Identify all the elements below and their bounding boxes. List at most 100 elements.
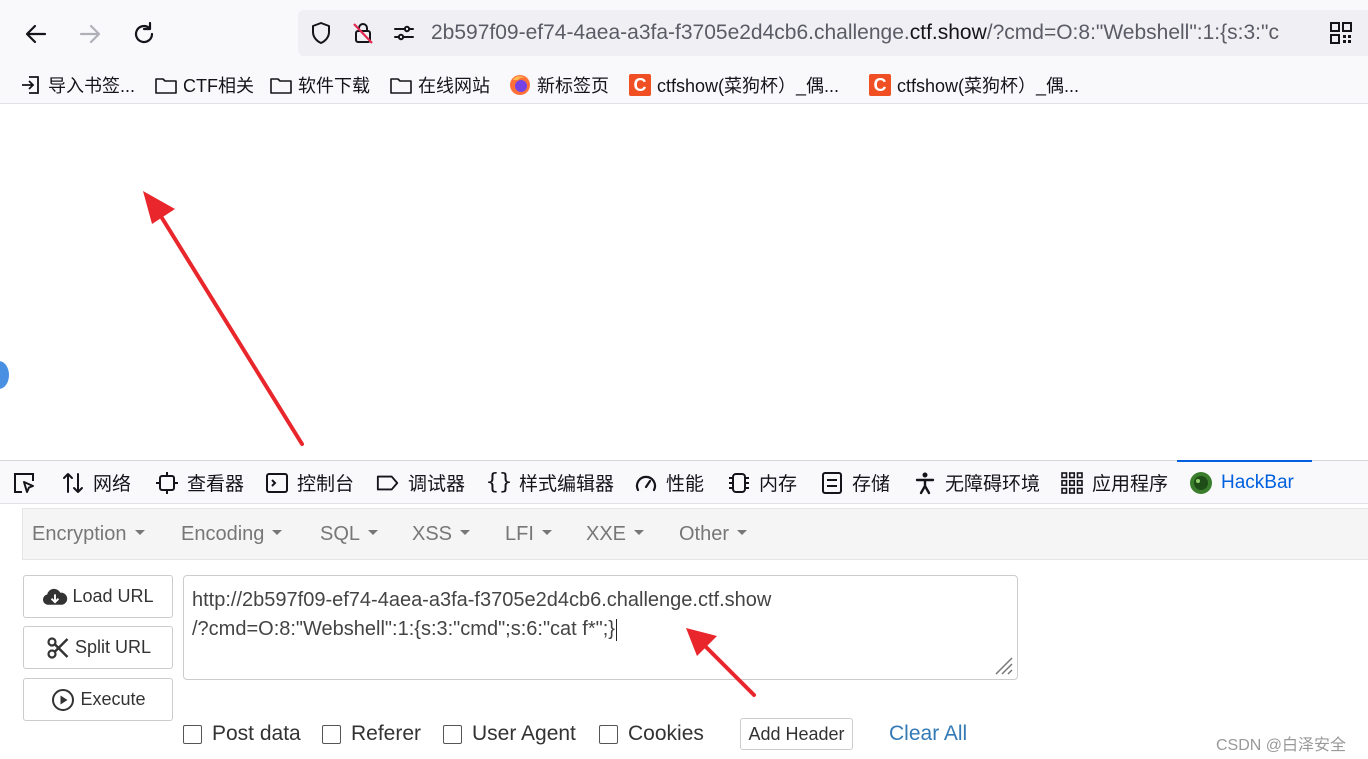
checkbox-box[interactable] [443, 724, 462, 744]
network-icon [61, 471, 85, 495]
caret-down-icon [134, 530, 145, 536]
checkbox-box[interactable] [322, 724, 341, 744]
checkbox-label: User Agent [472, 722, 576, 745]
reload-button[interactable] [124, 14, 164, 54]
forward-button[interactable] [70, 14, 110, 54]
bookmark-label: 导入书签... [48, 76, 136, 96]
tab-storage[interactable]: 存储 [820, 461, 890, 504]
checkbox-label: Post data [212, 722, 301, 745]
menu-encryption[interactable]: Encryption [32, 523, 145, 546]
bookmark-import[interactable]: 导入书签... [20, 72, 135, 98]
shield-icon[interactable] [309, 21, 333, 45]
url-line-1: http://2b597f09-ef74-4aea-a3fa-f3705e2d4… [192, 589, 772, 611]
browser-toolbar: 2b597f09-ef74-4aea-a3fa-f3705e2d4cb6.cha… [0, 0, 1368, 66]
style-editor-icon: {} [485, 470, 513, 495]
bookmark-folder-software[interactable]: 软件下载 [270, 72, 370, 98]
bookmark-ctfshow-1[interactable]: C ctfshow(菜狗杯）_偶... [629, 72, 839, 98]
tab-debugger[interactable]: 调试器 [376, 461, 465, 504]
split-url-button[interactable]: Split URL [23, 626, 173, 669]
checkbox-box[interactable] [599, 724, 618, 744]
tab-label: 存储 [852, 474, 891, 495]
menu-other[interactable]: Other [679, 523, 748, 546]
console-icon [265, 471, 289, 495]
bookmark-folder-ctf[interactable]: CTF相关 [155, 72, 254, 98]
load-url-button[interactable]: Load URL [23, 575, 173, 618]
tab-application[interactable]: 应用程序 [1060, 461, 1168, 504]
tab-label: 样式编辑器 [519, 474, 615, 495]
menu-lfi[interactable]: LFI [505, 523, 552, 546]
bookmark-folder-online[interactable]: 在线网站 [390, 72, 490, 98]
caret-down-icon [541, 530, 552, 536]
play-circle-icon [50, 687, 76, 713]
bookmark-ctfshow-2[interactable]: C ctfshow(菜狗杯）_偶... [869, 72, 1079, 98]
execute-button[interactable]: Execute [23, 678, 173, 721]
bookmark-label: ctfshow(菜狗杯）_偶... [897, 76, 1080, 96]
url-line-2: /?cmd=O:8:"Webshell":1:{s:3:"cmd";s:6:"c… [192, 618, 615, 640]
tab-label: HackBar [1221, 471, 1294, 493]
tab-console[interactable]: 控制台 [265, 461, 354, 504]
button-label: Execute [80, 689, 146, 709]
application-icon [1060, 471, 1084, 495]
tab-memory[interactable]: 内存 [727, 461, 797, 504]
menu-label: XSS [412, 523, 453, 545]
caret-down-icon [460, 530, 471, 536]
tab-inspector[interactable]: 查看器 [155, 461, 244, 504]
forward-arrow-icon [79, 24, 101, 44]
bookmark-new-tab[interactable]: 新标签页 [509, 72, 609, 98]
page-content [0, 105, 1368, 460]
folder-icon [155, 74, 177, 96]
tab-network[interactable]: 网络 [61, 461, 131, 504]
address-bar[interactable]: 2b597f09-ef74-4aea-a3fa-f3705e2d4cb6.cha… [298, 10, 1368, 56]
tab-hackbar[interactable]: HackBar [1177, 460, 1312, 504]
folder-icon [390, 74, 412, 96]
hackbar-url-textarea[interactable]: http://2b597f09-ef74-4aea-a3fa-f3705e2d4… [183, 575, 1018, 680]
checkbox-label: Cookies [628, 722, 704, 745]
element-picker-button[interactable] [12, 461, 44, 504]
hackbar-menu: Encryption Encoding SQL XSS LFI XXE Othe… [22, 508, 1368, 560]
menu-xxe[interactable]: XXE [586, 523, 645, 546]
scissors-icon [45, 635, 71, 661]
debugger-icon [376, 471, 400, 495]
post-data-checkbox[interactable]: Post data [183, 722, 301, 746]
tab-accessibility[interactable]: 无障碍环境 [913, 461, 1040, 504]
picker-icon [12, 471, 36, 495]
hackbar-icon [1189, 471, 1213, 495]
inspector-icon [155, 471, 179, 495]
referer-checkbox[interactable]: Referer [322, 722, 421, 746]
clear-all-link[interactable]: Clear All [889, 722, 967, 746]
url-prefix: 2b597f09-ef74-4aea-a3fa-f3705e2d4cb6.cha… [431, 21, 910, 44]
cookies-checkbox[interactable]: Cookies [599, 722, 704, 746]
url-text[interactable]: 2b597f09-ef74-4aea-a3fa-f3705e2d4cb6.cha… [431, 21, 1321, 45]
bookmark-label: ctfshow(菜狗杯）_偶... [657, 76, 840, 96]
tab-label: 内存 [759, 474, 798, 495]
add-header-button[interactable]: Add Header [740, 718, 853, 750]
storage-icon [820, 471, 844, 495]
url-line-2-wrap: /?cmd=O:8:"Webshell":1:{s:3:"cmd";s:6:"c… [192, 615, 1009, 644]
cloud-download-icon [42, 584, 68, 610]
tab-label: 网络 [93, 474, 132, 495]
resize-handle-icon[interactable] [992, 654, 1014, 676]
tab-style-editor[interactable]: {} 样式编辑器 [485, 461, 615, 504]
menu-label: Encoding [181, 523, 265, 545]
menu-xss[interactable]: XSS [412, 523, 471, 546]
tab-performance[interactable]: 性能 [634, 461, 704, 504]
bookmark-label: 新标签页 [537, 76, 609, 96]
checkbox-label: Referer [351, 722, 422, 745]
insecure-lock-icon[interactable] [351, 21, 375, 45]
tab-label: 无障碍环境 [945, 474, 1041, 495]
menu-label: Other [679, 523, 730, 545]
reload-icon [134, 21, 154, 44]
caret-down-icon [272, 530, 283, 536]
menu-encoding[interactable]: Encoding [181, 523, 283, 546]
devtools-tabbar: 网络 查看器 控制台 调试器 {} 样式编辑器 性能 内存 存储 无障碍环境 应… [0, 460, 1368, 504]
menu-sql[interactable]: SQL [320, 523, 379, 546]
back-button[interactable] [16, 14, 56, 54]
tab-label: 控制台 [297, 474, 355, 495]
checkbox-box[interactable] [183, 724, 202, 744]
bookmark-label: 软件下载 [298, 76, 370, 96]
bookmark-label: 在线网站 [418, 76, 490, 96]
caret-down-icon [634, 530, 645, 536]
user-agent-checkbox[interactable]: User Agent [443, 722, 576, 746]
qr-code-icon[interactable] [1329, 21, 1353, 45]
permissions-icon[interactable] [392, 21, 416, 45]
